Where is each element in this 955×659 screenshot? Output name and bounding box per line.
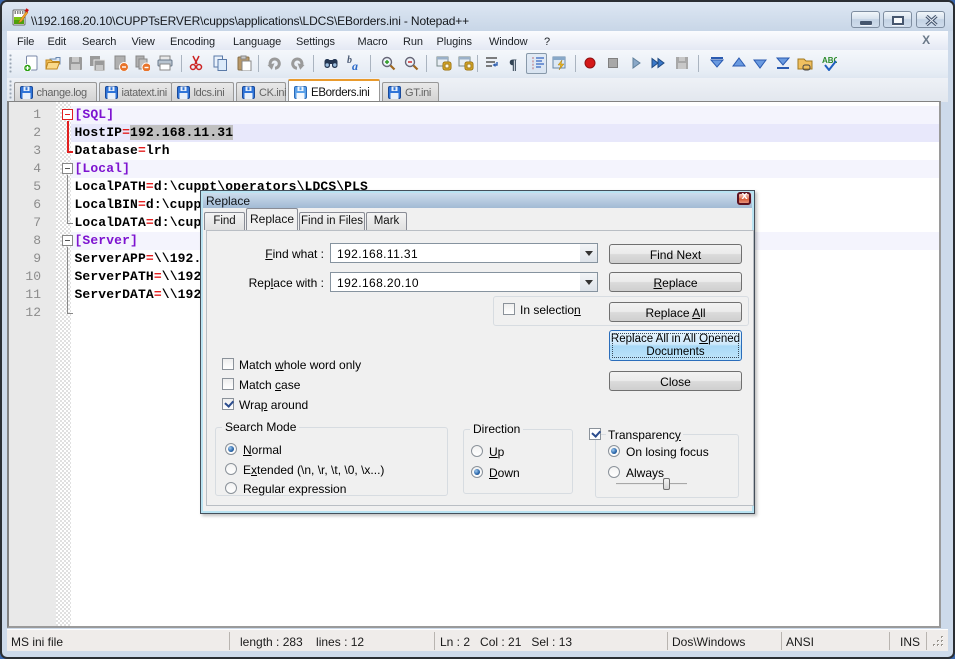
svg-text:a: a [352,59,358,71]
svg-text:¶: ¶ [509,57,517,71]
